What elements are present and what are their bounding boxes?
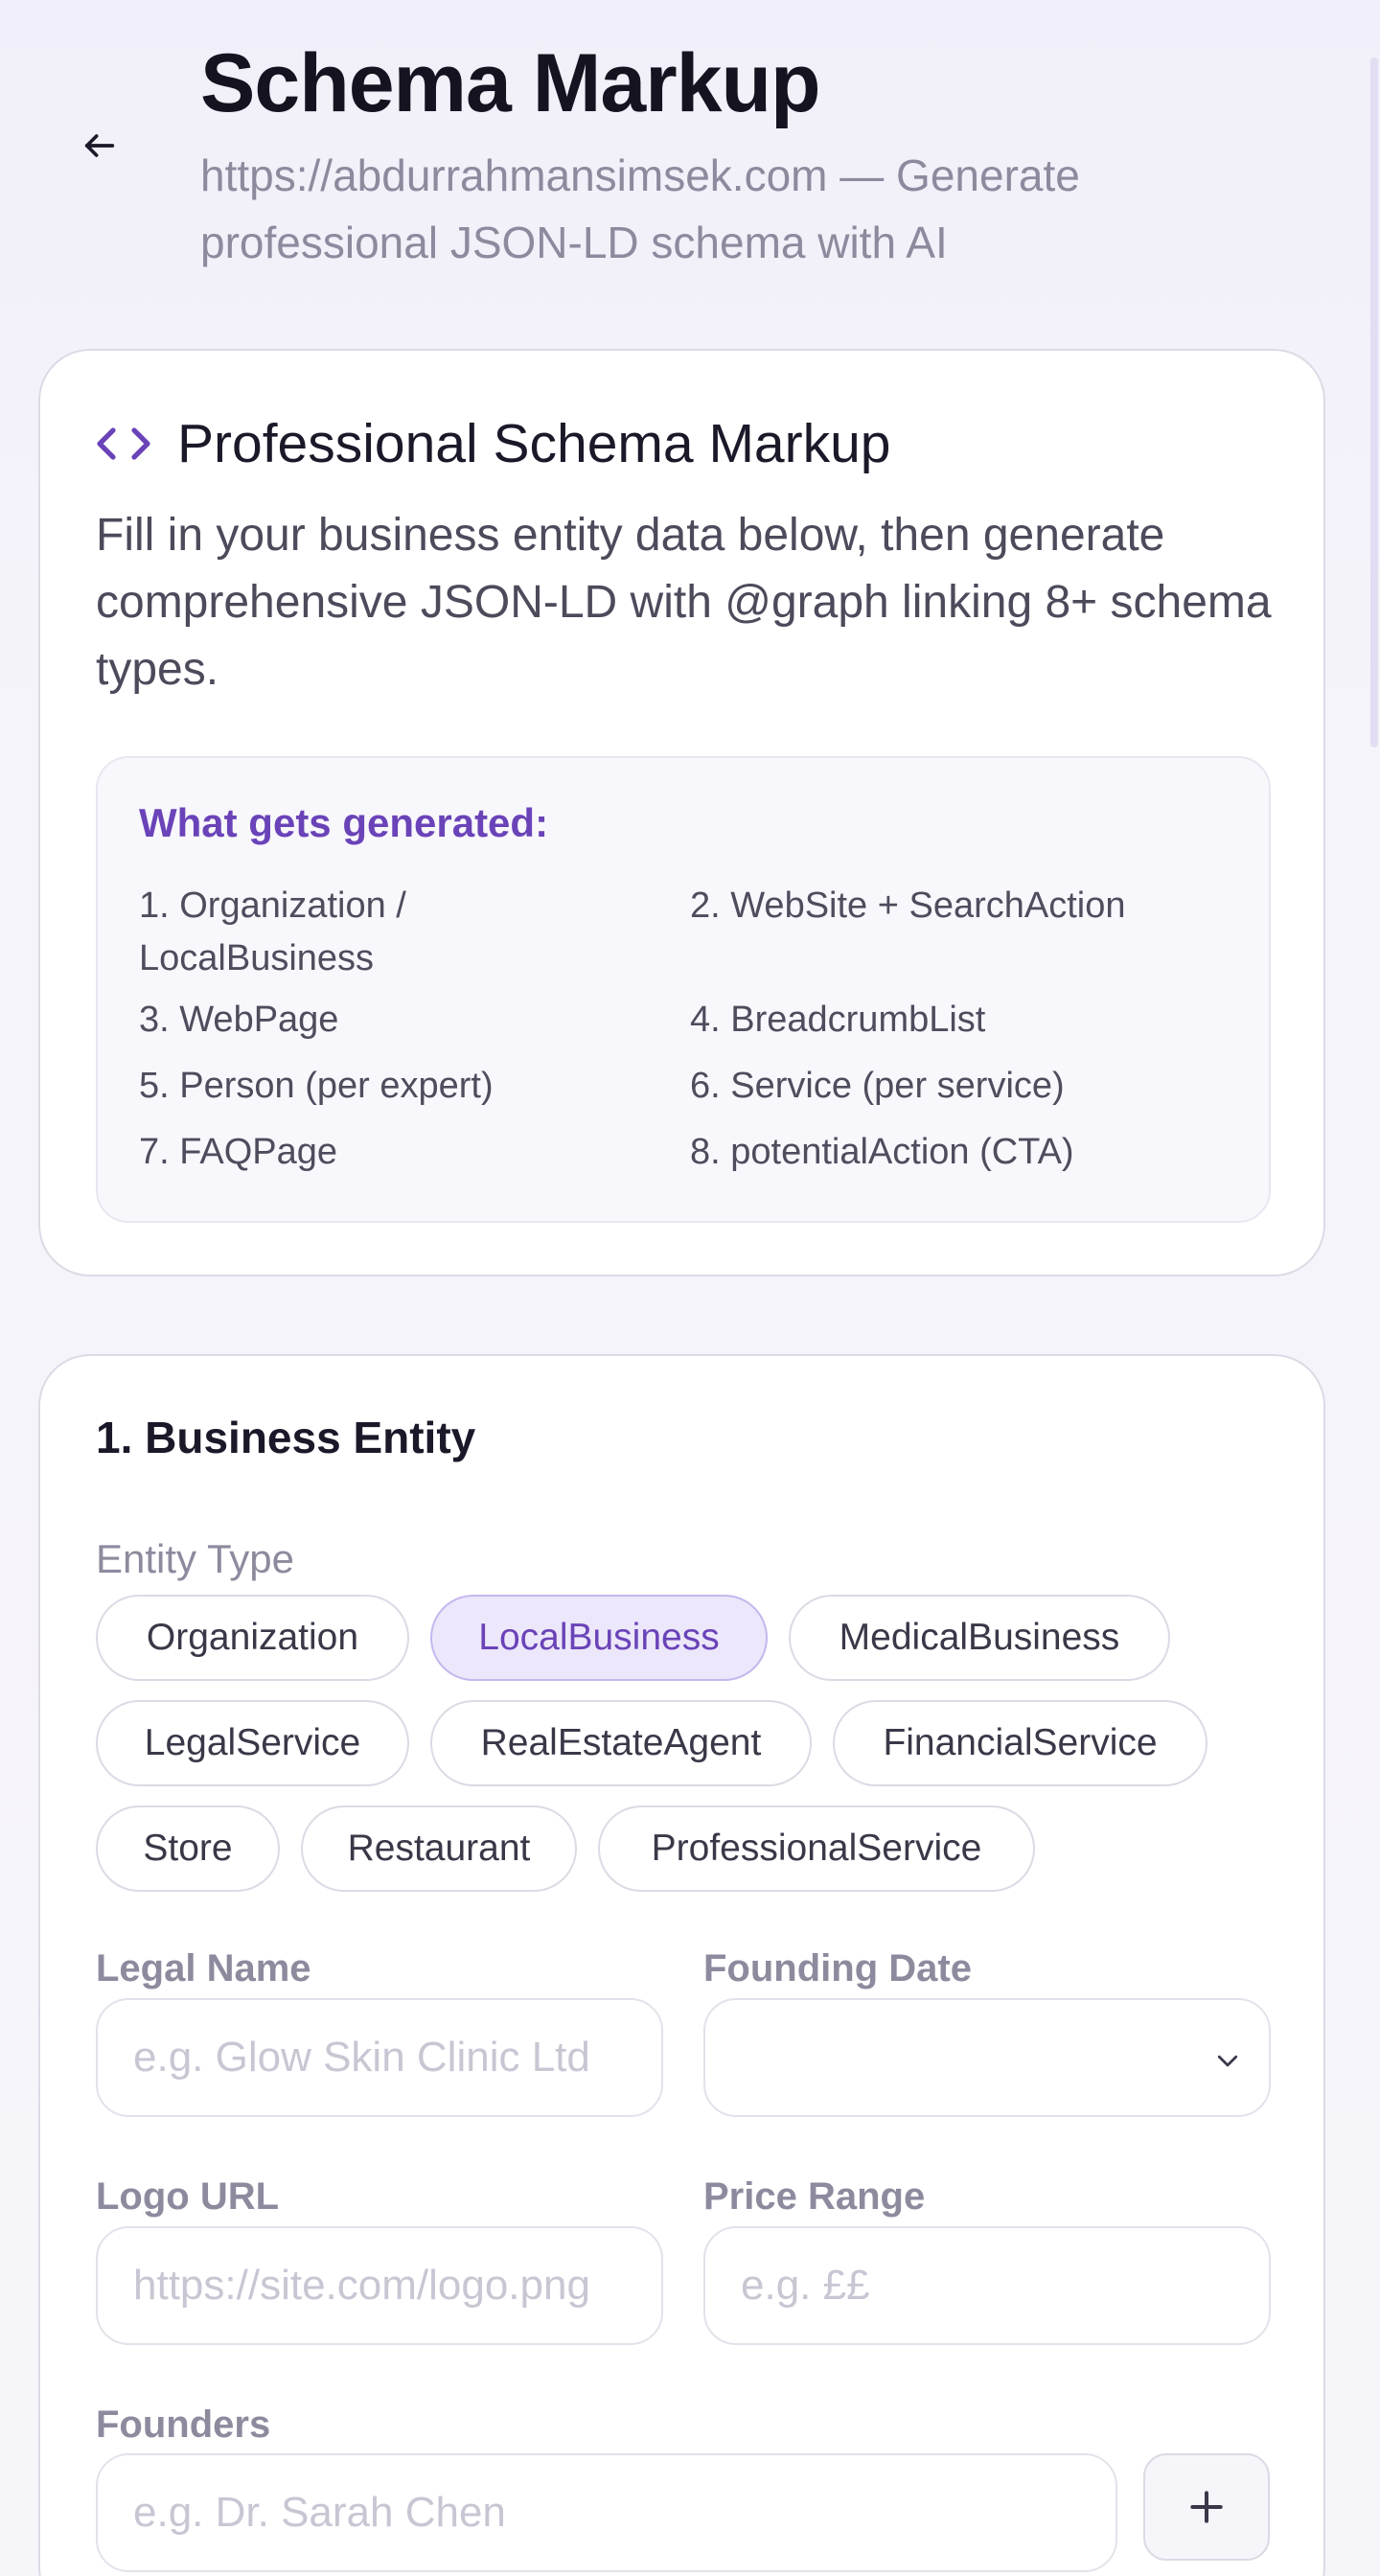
generated-item: 6. Service (per service): [690, 1066, 1065, 1106]
founding-date-label: Founding Date: [703, 1947, 972, 1990]
generated-item: 3. WebPage: [139, 1000, 339, 1040]
chip-restaurant[interactable]: Restaurant: [301, 1806, 577, 1892]
price-range-input[interactable]: e.g. ££: [703, 2226, 1271, 2345]
generated-item: 8. potentialAction (CTA): [690, 1132, 1074, 1172]
add-founder-button[interactable]: [1143, 2453, 1270, 2561]
generated-item: 5. Person (per expert): [139, 1066, 494, 1106]
legal-name-placeholder: e.g. Glow Skin Clinic Ltd: [133, 2034, 590, 2081]
back-button[interactable]: [69, 115, 130, 176]
entity-type-label: Entity Type: [96, 1536, 295, 1581]
arrow-left-icon: [84, 134, 115, 157]
chip-store[interactable]: Store: [96, 1806, 280, 1892]
generated-types-box: What gets generated: 1. Organization / L…: [96, 756, 1271, 1223]
chip-financialservice[interactable]: FinancialService: [833, 1700, 1208, 1786]
business-entity-card: 1. Business Entity Entity Type Organizat…: [38, 1354, 1325, 2576]
logo-url-placeholder: https://site.com/logo.png: [133, 2262, 590, 2309]
price-range-placeholder: e.g. ££: [741, 2262, 870, 2309]
intro-card: Professional Schema Markup Fill in your …: [38, 349, 1325, 1276]
generated-item: 2. WebSite + SearchAction: [690, 886, 1126, 926]
chip-organization[interactable]: Organization: [96, 1595, 409, 1681]
chip-realestateagent[interactable]: RealEstateAgent: [430, 1700, 812, 1786]
founders-label: Founders: [96, 2404, 271, 2446]
generated-item: 4. BreadcrumbList: [690, 1000, 986, 1040]
founding-date-select[interactable]: [703, 1998, 1271, 2117]
founders-input[interactable]: e.g. Dr. Sarah Chen: [96, 2453, 1117, 2572]
intro-heading: Professional Schema Markup: [96, 412, 891, 475]
section-title: 1. Business Entity: [96, 1413, 476, 1462]
logo-url-label: Logo URL: [96, 2175, 280, 2218]
logo-url-input[interactable]: https://site.com/logo.png: [96, 2226, 663, 2345]
code-icon: [96, 414, 155, 473]
intro-title: Professional Schema Markup: [177, 413, 891, 474]
legal-name-label: Legal Name: [96, 1947, 311, 1990]
chip-professionalservice[interactable]: ProfessionalService: [598, 1806, 1035, 1892]
page-title: Schema Markup: [200, 37, 821, 129]
founders-placeholder: e.g. Dr. Sarah Chen: [133, 2489, 506, 2536]
schema-markup-page: Schema Markup https://abdurrahmansimsek.…: [0, 0, 1380, 2576]
page-header: Schema Markup https://abdurrahmansimsek.…: [0, 0, 1380, 345]
generated-item: 1. Organization / LocalBusiness: [139, 886, 406, 978]
generated-heading: What gets generated:: [139, 800, 549, 845]
page-subtitle: https://abdurrahmansimsek.com — Generate…: [200, 150, 1080, 267]
intro-description: Fill in your business entity data below,…: [96, 510, 1272, 695]
chip-legalservice[interactable]: LegalService: [96, 1700, 409, 1786]
legal-name-input[interactable]: e.g. Glow Skin Clinic Ltd: [96, 1998, 663, 2117]
plus-icon: [1190, 2491, 1223, 2523]
price-range-label: Price Range: [703, 2175, 926, 2218]
chip-localbusiness[interactable]: LocalBusiness: [430, 1595, 768, 1681]
generated-item: 7. FAQPage: [139, 1132, 338, 1172]
chip-medicalbusiness[interactable]: MedicalBusiness: [789, 1595, 1170, 1681]
chevron-down-icon: [1217, 2055, 1238, 2067]
page-scrollbar[interactable]: [1367, 0, 1380, 2576]
